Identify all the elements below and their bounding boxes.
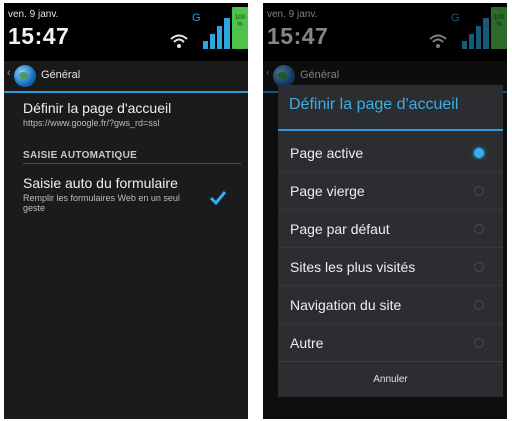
option-label: Page active <box>290 145 364 161</box>
option-label: Navigation du site <box>290 297 402 313</box>
up-caret-icon[interactable]: ‹ <box>7 67 11 79</box>
radio-unselected-icon[interactable] <box>474 262 484 272</box>
option-label: Sites les plus visités <box>290 259 416 275</box>
cancel-button-label: Annuler <box>373 374 408 385</box>
settings-screen: ven. 9 janv. 15:47 G 100 % ‹ Général Déf… <box>4 3 248 419</box>
option-current-page[interactable]: Page active <box>278 134 503 172</box>
option-label: Page vierge <box>290 183 365 199</box>
autofill-preference-summary-line2: geste <box>23 203 46 213</box>
autofill-preference[interactable]: Saisie auto du formulaire Remplir les fo… <box>23 175 208 213</box>
option-most-visited[interactable]: Sites les plus visités <box>278 248 503 286</box>
option-blank-page[interactable]: Page vierge <box>278 172 503 210</box>
radio-unselected-icon[interactable] <box>474 224 484 234</box>
autofill-preference-summary-line1: Remplir les formulaires Web en un seul <box>23 193 180 203</box>
battery-icon: 100 % <box>232 7 248 49</box>
radio-unselected-icon[interactable] <box>474 338 484 348</box>
radio-selected-icon[interactable] <box>474 148 484 158</box>
status-date: ven. 9 janv. <box>8 9 59 20</box>
homepage-preference[interactable]: Définir la page d'accueil https://www.go… <box>23 100 171 128</box>
network-type-indicator: G <box>192 12 201 24</box>
action-bar[interactable]: ‹ Général <box>4 61 248 93</box>
dialog-title: Définir la page d'accueil <box>289 96 459 113</box>
status-time: 15:47 <box>8 23 70 49</box>
autofill-preference-title: Saisie auto du formulaire <box>23 175 178 191</box>
homepage-dialog: Définir la page d'accueil Page active Pa… <box>278 85 503 397</box>
homepage-dialog-screen: ven. 9 janv. 15:47 G 100 % ‹ Général Déf… <box>263 3 507 419</box>
category-divider <box>23 163 241 164</box>
homepage-preference-title: Définir la page d'accueil <box>23 100 172 116</box>
radio-unselected-icon[interactable] <box>474 300 484 310</box>
dialog-title-divider <box>278 129 503 131</box>
homepage-preference-summary: https://www.google.fr/?gws_rd=ssl <box>23 118 160 128</box>
action-bar-title: Général <box>41 69 81 81</box>
option-label: Page par défaut <box>290 221 390 237</box>
browser-globe-icon[interactable] <box>14 65 36 87</box>
status-bar: ven. 9 janv. 15:47 G 100 % <box>4 3 248 61</box>
option-default-page[interactable]: Page par défaut <box>278 210 503 248</box>
cancel-button[interactable]: Annuler <box>278 361 503 398</box>
option-other[interactable]: Autre <box>278 324 503 362</box>
category-header-autofill: SAISIE AUTOMATIQUE <box>23 150 138 161</box>
option-site-navigation[interactable]: Navigation du site <box>278 286 503 324</box>
autofill-checkbox-checked-icon[interactable] <box>210 191 226 205</box>
radio-unselected-icon[interactable] <box>474 186 484 196</box>
wifi-icon <box>170 34 188 48</box>
battery-level: 100 % <box>234 15 245 28</box>
option-label: Autre <box>290 335 324 351</box>
signal-strength-icon <box>203 18 230 49</box>
